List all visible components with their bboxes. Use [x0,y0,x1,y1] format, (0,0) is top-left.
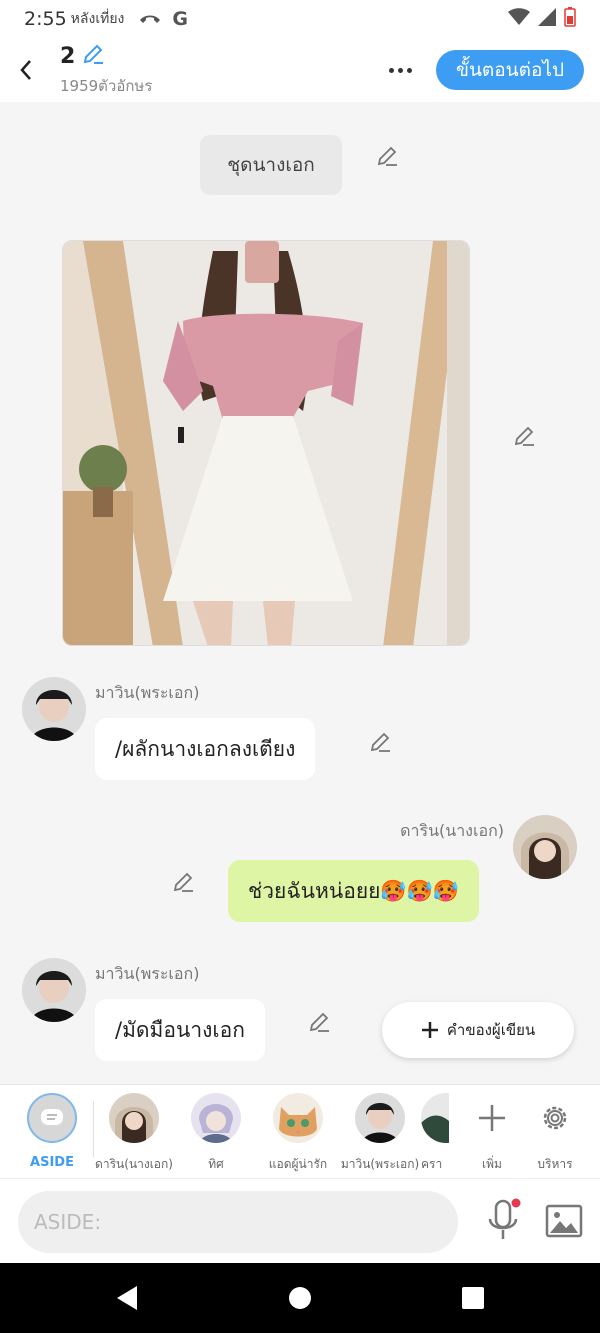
nav-recents-button[interactable] [458,1283,488,1313]
plus-icon [421,1022,438,1038]
character-label: แอดผู้น่ารัก [268,1157,328,1171]
edit-pencil-icon[interactable] [368,730,392,754]
author-note-label: คำของผู้เขียน [446,1021,536,1039]
signal-icon [538,8,556,30]
character-mawin[interactable]: มาวิน(พระเอก) [339,1093,421,1174]
edit-pencil-icon[interactable] [375,144,399,168]
nav-recents-icon [462,1287,484,1309]
aside-label: ASIDE [30,1155,74,1170]
manage-button[interactable]: บริหาร [514,1093,596,1174]
manage-label: บริหาร [537,1157,573,1171]
add-label: เพิ่ม [482,1157,502,1171]
nav-back-button[interactable] [112,1283,142,1313]
image-icon [545,1204,583,1238]
character-admin[interactable]: แอดผู้น่ารัก [257,1093,339,1174]
avatar [273,1093,323,1143]
gear-icon [530,1093,580,1143]
message-bubble[interactable]: /มัดมือนางเอก [95,999,265,1061]
outfit-photo[interactable] [62,240,470,646]
avatar [421,1093,449,1143]
back-arrow-icon [20,60,31,80]
google-icon: G [172,8,188,30]
sender-name: มาวิน(พระเอก) [95,964,200,983]
message-bubble[interactable]: ช่วยฉันหน่อยย🥵🥵🥵 [228,860,479,922]
edit-pencil-icon[interactable] [171,870,195,894]
character-darin[interactable]: ดาริน(นางเอก) [93,1093,175,1174]
battery-icon [564,7,576,31]
character-label: มาวิน(พระเอก) [340,1157,420,1171]
back-button[interactable] [4,48,48,92]
avatar-darin[interactable] [513,815,577,879]
avatar-mawin[interactable] [22,677,86,741]
sender-name: มาวิน(พระเอก) [95,683,200,702]
aside-avatar [27,1093,77,1143]
more-options-button[interactable] [380,54,420,86]
character-count: 1959ตัวอักษร [60,77,153,95]
character-label: ดาริน(นางเอก) [95,1157,173,1171]
avatar [109,1093,159,1143]
page-title: 2 [60,43,76,69]
character-label: ครา [421,1157,443,1171]
character-partial[interactable]: ครา [421,1093,449,1174]
avatar-mawin[interactable] [22,958,86,1022]
title-block: 2 1959ตัวอักษร [60,42,152,98]
nav-back-icon [117,1286,137,1310]
app-header: 2 1959ตัวอักษร ขั้นตอนต่อไป [0,38,600,102]
status-period: หลังเที่ยง [70,11,125,27]
narration-box[interactable]: ชุดนางเอก [200,135,342,195]
avatar [355,1093,405,1143]
sender-name: ดาริน(นางเอก) [400,821,504,840]
character-label: ทิศ [208,1157,224,1171]
nav-home-icon [289,1287,311,1309]
next-step-button[interactable]: ขั้นตอนต่อไป [436,50,584,90]
dot-icon [388,67,394,73]
add-icon [467,1093,517,1143]
image-button[interactable] [544,1201,584,1241]
character-tis[interactable]: ทิศ [175,1093,257,1174]
wifi-icon [508,8,530,30]
edit-title-icon[interactable] [81,42,105,70]
microphone-icon [488,1198,521,1239]
message-input[interactable] [18,1191,458,1253]
nav-home-button[interactable] [285,1283,315,1313]
aside-tab[interactable]: ASIDE [11,1093,93,1170]
author-note-button[interactable]: คำของผู้เขียน [382,1002,574,1058]
edit-pencil-icon[interactable] [307,1010,331,1034]
status-bar: 2:55 หลังเที่ยง G [0,0,600,38]
avatar [191,1093,241,1143]
message-bubble[interactable]: /ผลักนางเอกลงเตียง [95,718,316,780]
dot-icon [397,67,403,73]
status-time: 2:55 [24,8,67,30]
missed-call-icon [138,8,162,30]
character-bar: ASIDE ดาริน(นางเอก) ทิศ แอดผู้น่ารัก มาว… [0,1084,600,1178]
edit-pencil-icon[interactable] [512,424,536,448]
chat-bubble-icon [41,1109,63,1125]
chat-area[interactable]: ชุดนางเอก มาวิน(พระเอก) /ผลักนางเอกลงเตี… [0,102,600,1084]
microphone-button[interactable] [484,1197,524,1247]
input-bar [0,1178,600,1263]
dot-icon [406,67,412,73]
system-nav-bar [0,1263,600,1333]
